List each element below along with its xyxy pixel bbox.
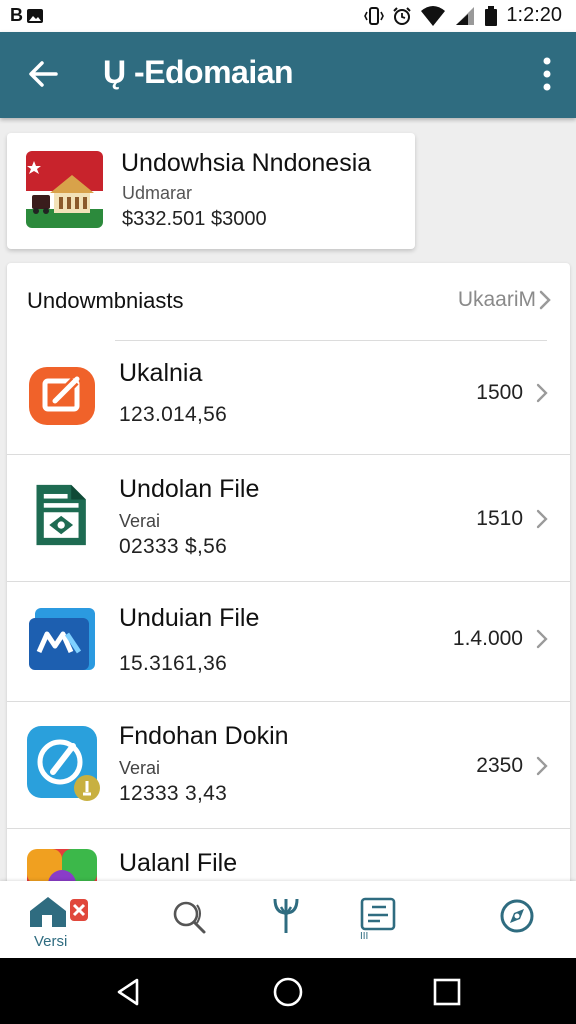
list-item[interactable]: Fndohan Dokin Verai 12333 3,43 2350 <box>7 702 570 828</box>
section-title: Undowmbniasts <box>27 288 184 313</box>
orange-edit-app-icon <box>29 367 95 425</box>
item-name: Fndohan Dokin <box>119 722 289 750</box>
green-document-icon <box>36 484 86 546</box>
country-name: Undowhsia Nndonesia <box>121 149 372 177</box>
system-navigation-bar <box>0 958 576 1024</box>
vibrate-icon <box>364 6 385 25</box>
app-bar: Ų -Edomaian <box>0 32 576 118</box>
blue-edit-app-icon <box>27 726 100 801</box>
section-header: Undowmbniasts UkaariM <box>7 263 570 341</box>
item-value: 2350 <box>476 754 523 777</box>
list-item[interactable]: Ukalnia 123.014,56 1500 <box>7 341 570 455</box>
photo-notification-icon <box>27 8 43 23</box>
chevron-right-icon <box>536 383 548 403</box>
list-item[interactable]: Undolan File Verai 02333 $,56 1510 <box>7 455 570 581</box>
item-number: 12333 3,43 <box>119 782 228 805</box>
home-icon <box>30 897 88 927</box>
arrow-back-icon[interactable] <box>24 54 64 94</box>
nav-documents-label: III <box>360 931 369 942</box>
item-value: 1510 <box>476 507 523 530</box>
item-name: Ukalnia <box>119 359 203 387</box>
status-bar-right: 1:2:20 <box>364 4 562 27</box>
list-item[interactable]: Unduian File 15.3161,36 1.4.000 <box>7 582 570 701</box>
chevron-right-icon <box>536 756 548 776</box>
trident-icon[interactable] <box>271 895 301 935</box>
status-time: 1:2:20 <box>506 4 562 26</box>
item-number: 02333 $,56 <box>119 535 228 558</box>
country-price: $332.501 $3000 <box>122 208 267 230</box>
search-icon[interactable] <box>171 899 207 935</box>
chevron-right-icon[interactable] <box>538 289 552 311</box>
compass-icon[interactable] <box>498 897 536 935</box>
item-value: 1.4.000 <box>452 627 523 650</box>
section-link[interactable]: UkaariM <box>458 288 536 312</box>
chevron-right-icon <box>536 509 548 529</box>
recents-square-icon[interactable] <box>431 976 463 1008</box>
status-bar-left: B <box>10 5 44 26</box>
home-circle-icon[interactable] <box>272 976 304 1008</box>
alarm-icon <box>393 6 412 25</box>
flag-image <box>26 151 103 228</box>
document-icon <box>360 897 396 931</box>
country-subtitle: Udmarar <box>122 183 193 203</box>
item-name: Ualanl File <box>119 849 238 877</box>
page-title: Ų -Edomaian <box>103 54 294 90</box>
blue-app-icon <box>29 608 95 670</box>
back-triangle-icon[interactable] <box>113 976 145 1008</box>
item-subtitle: Verai <box>119 511 161 531</box>
item-subtitle: Verai <box>119 758 161 778</box>
chevron-right-icon <box>536 629 548 649</box>
item-name: Undolan File <box>119 475 260 503</box>
item-number: 15.3161,36 <box>119 652 228 675</box>
nav-home-label: Versi <box>34 933 68 950</box>
cell-signal-icon <box>456 6 475 25</box>
item-number: 123.014,56 <box>119 403 228 426</box>
battery-icon <box>485 5 498 26</box>
status-bar: B 1:2:20 <box>0 0 576 32</box>
wifi-icon <box>421 5 446 26</box>
item-name: Unduian File <box>119 604 260 632</box>
nav-home[interactable]: Versi <box>28 895 92 953</box>
item-value: 1500 <box>476 381 523 404</box>
country-card[interactable]: Undowhsia Nndonesia Udmarar $332.501 $30… <box>7 133 415 249</box>
file-list-card: Undowmbniasts UkaariM Ukalnia 123.014,56… <box>7 263 570 903</box>
more-vertical-icon[interactable] <box>540 56 554 94</box>
status-label: B <box>10 5 23 25</box>
nav-documents[interactable]: III <box>360 897 400 951</box>
bottom-navigation: Versi III <box>0 881 576 958</box>
